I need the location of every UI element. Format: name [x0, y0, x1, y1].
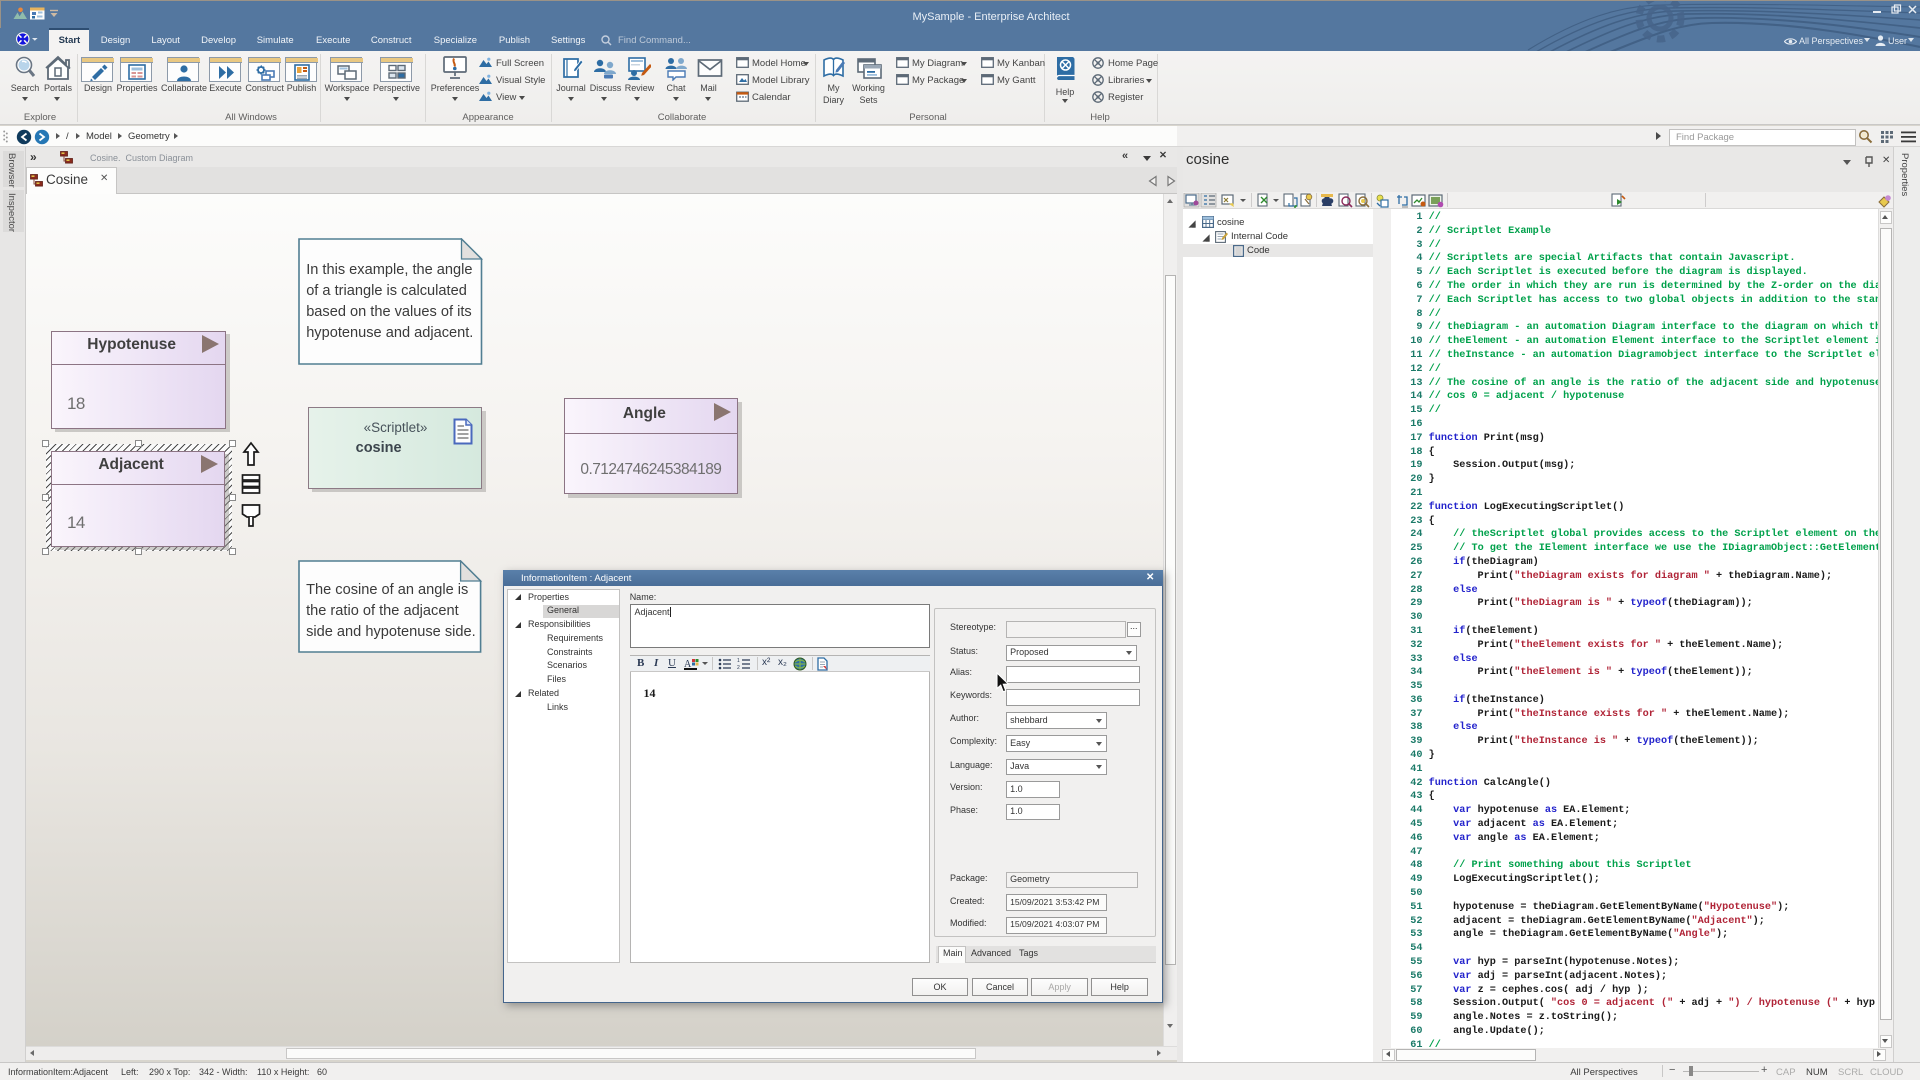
svg-text:1: 1: [737, 658, 740, 664]
svg-text:2: 2: [737, 665, 740, 670]
